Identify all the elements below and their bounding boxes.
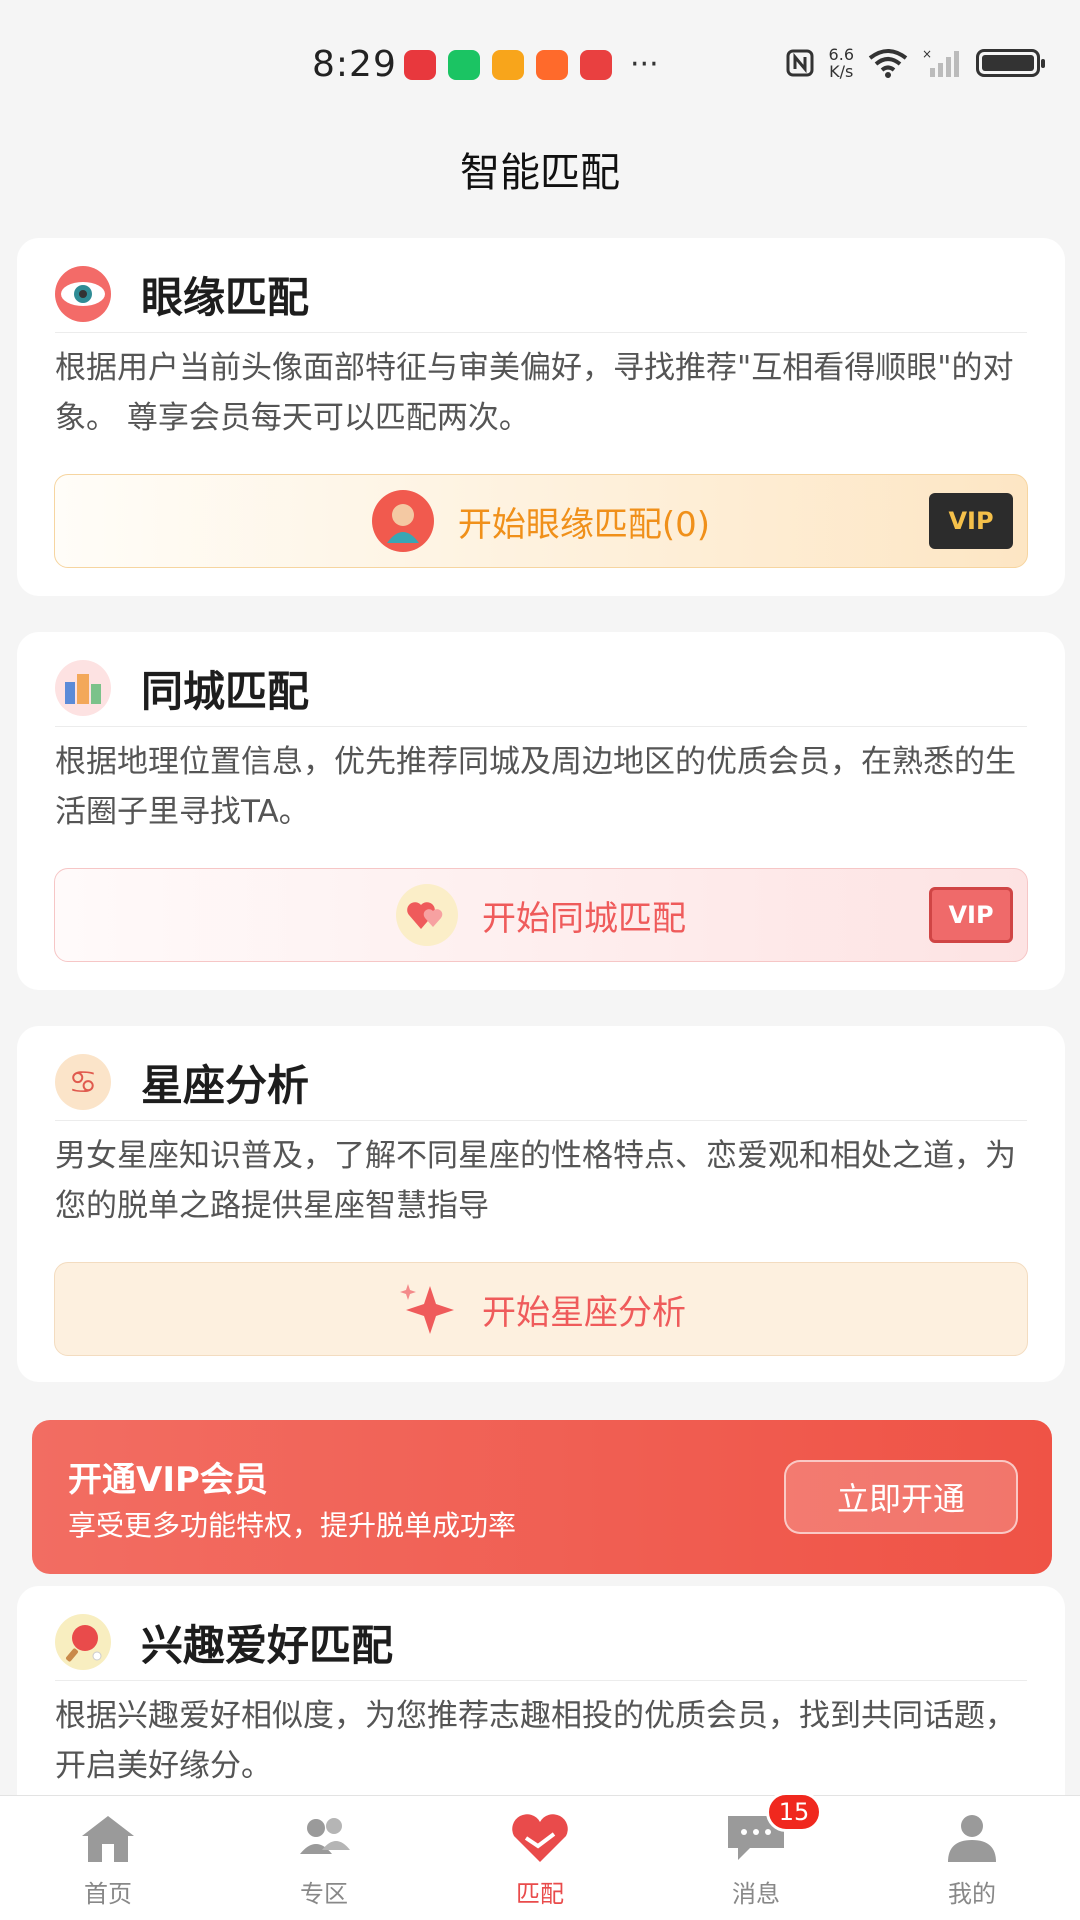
- handshake-heart-icon: [508, 1810, 572, 1866]
- nfc-icon: [786, 49, 814, 77]
- hearts-icon: [396, 884, 458, 946]
- card-title: 星座分析: [141, 1060, 310, 1110]
- people-app-icon: [536, 50, 568, 80]
- page-title: 智能匹配: [460, 150, 620, 196]
- promo-subtitle: 享受更多功能特权，提升脱单成功率: [68, 1509, 517, 1542]
- group-icon: [292, 1810, 356, 1866]
- card-header: 同城匹配: [55, 658, 1027, 727]
- vip-badge: VIP: [929, 493, 1013, 549]
- signal-icon: ×: [922, 48, 959, 77]
- promo-title: 开通VIP会员: [68, 1460, 268, 1500]
- sparkle-icon: [396, 1278, 458, 1340]
- card-description: 根据用户当前头像面部特征与审美偏好，寻找推荐"互相看得顺眼"的对象。 尊享会员每…: [55, 350, 1014, 436]
- tab-match[interactable]: 匹配: [432, 1796, 648, 1920]
- vip-promo-banner[interactable]: 开通VIP会员 享受更多功能特权，提升脱单成功率 立即开通: [32, 1420, 1052, 1574]
- start-same-city-label: 开始同城匹配: [482, 898, 686, 939]
- horoscope-card: ♋ 星座分析 男女星座知识普及，了解不同星座的性格特点、恋爱观和相处之道，为您的…: [17, 1026, 1065, 1382]
- unread-badge: 15: [766, 1792, 822, 1832]
- interest-match-card: 兴趣爱好匹配 根据兴趣爱好相似度，为您推荐志趣相投的优质会员，找到共同话题，开启…: [17, 1586, 1065, 1826]
- card-description: 男女星座知识普及，了解不同星座的性格特点、恋爱观和相处之道，为您的脱单之路提供星…: [55, 1138, 1016, 1224]
- tab-label: 我的: [948, 1880, 996, 1908]
- card-header: 眼缘匹配: [55, 264, 1027, 333]
- start-same-city-button[interactable]: 开始同城匹配 VIP: [54, 868, 1028, 962]
- card-header: ♋ 星座分析: [55, 1052, 1027, 1121]
- tab-profile[interactable]: 我的: [864, 1796, 1080, 1920]
- card-description: 根据兴趣爱好相似度，为您推荐志趣相投的优质会员，找到共同话题，开启美好缘分。: [55, 1698, 1016, 1784]
- tab-messages[interactable]: 15 消息: [648, 1792, 864, 1920]
- more-notifications-icon: ···: [630, 47, 659, 82]
- tab-label: 消息: [732, 1880, 780, 1908]
- status-time: 8:29: [312, 44, 397, 85]
- network-speed: 6.6 K/s: [828, 45, 854, 81]
- buildings-icon: [55, 660, 111, 716]
- start-eye-match-label: 开始眼缘匹配(0): [457, 504, 711, 545]
- card-title: 同城匹配: [141, 666, 310, 716]
- tab-zone[interactable]: 专区: [216, 1796, 432, 1920]
- cancer-zodiac-icon: ♋: [55, 1054, 111, 1110]
- home-icon: [76, 1810, 140, 1866]
- bottom-tab-bar: 首页 专区 匹配 15 消息 我的: [0, 1792, 1080, 1920]
- vip-badge: VIP: [929, 887, 1013, 943]
- wifi-icon: [868, 49, 908, 78]
- start-horoscope-button[interactable]: 开始星座分析: [54, 1262, 1028, 1356]
- tab-label: 专区: [300, 1880, 348, 1908]
- green-app-icon: [448, 50, 480, 80]
- ping-pong-icon: [55, 1614, 111, 1670]
- eye-icon: [55, 266, 111, 322]
- card-description: 根据地理位置信息，优先推荐同城及周边地区的优质会员，在熟悉的生活圈子里寻找TA。: [55, 744, 1016, 830]
- eye-match-card: 眼缘匹配 根据用户当前头像面部特征与审美偏好，寻找推荐"互相看得顺眼"的对象。 …: [17, 238, 1065, 596]
- tab-label: 匹配: [516, 1880, 564, 1908]
- clown-app-icon: [580, 50, 612, 80]
- card-header: 兴趣爱好匹配: [55, 1612, 1027, 1681]
- card-title: 兴趣爱好匹配: [141, 1620, 394, 1670]
- tab-label: 首页: [84, 1880, 132, 1908]
- status-notification-icons: ···: [404, 50, 659, 80]
- status-bar: 8:29 ··· 6.6 K/s ×: [0, 0, 1080, 130]
- start-eye-match-button[interactable]: 开始眼缘匹配(0) VIP: [54, 474, 1028, 568]
- profile-icon: [940, 1810, 1004, 1866]
- start-horoscope-label: 开始星座分析: [482, 1292, 686, 1333]
- same-city-card: 同城匹配 根据地理位置信息，优先推荐同城及周边地区的优质会员，在熟悉的生活圈子里…: [17, 632, 1065, 990]
- battery-icon: [976, 49, 1045, 77]
- huawei-app-icon: [404, 50, 436, 80]
- card-title: 眼缘匹配: [141, 272, 310, 322]
- orange-app-icon: [492, 50, 524, 80]
- avatar-face-icon: [371, 490, 434, 552]
- activate-vip-button[interactable]: 立即开通: [784, 1460, 1018, 1534]
- status-right: 6.6 K/s ×: [785, 45, 1045, 81]
- tab-home[interactable]: 首页: [0, 1796, 216, 1920]
- svg-text:×: ×: [922, 48, 932, 61]
